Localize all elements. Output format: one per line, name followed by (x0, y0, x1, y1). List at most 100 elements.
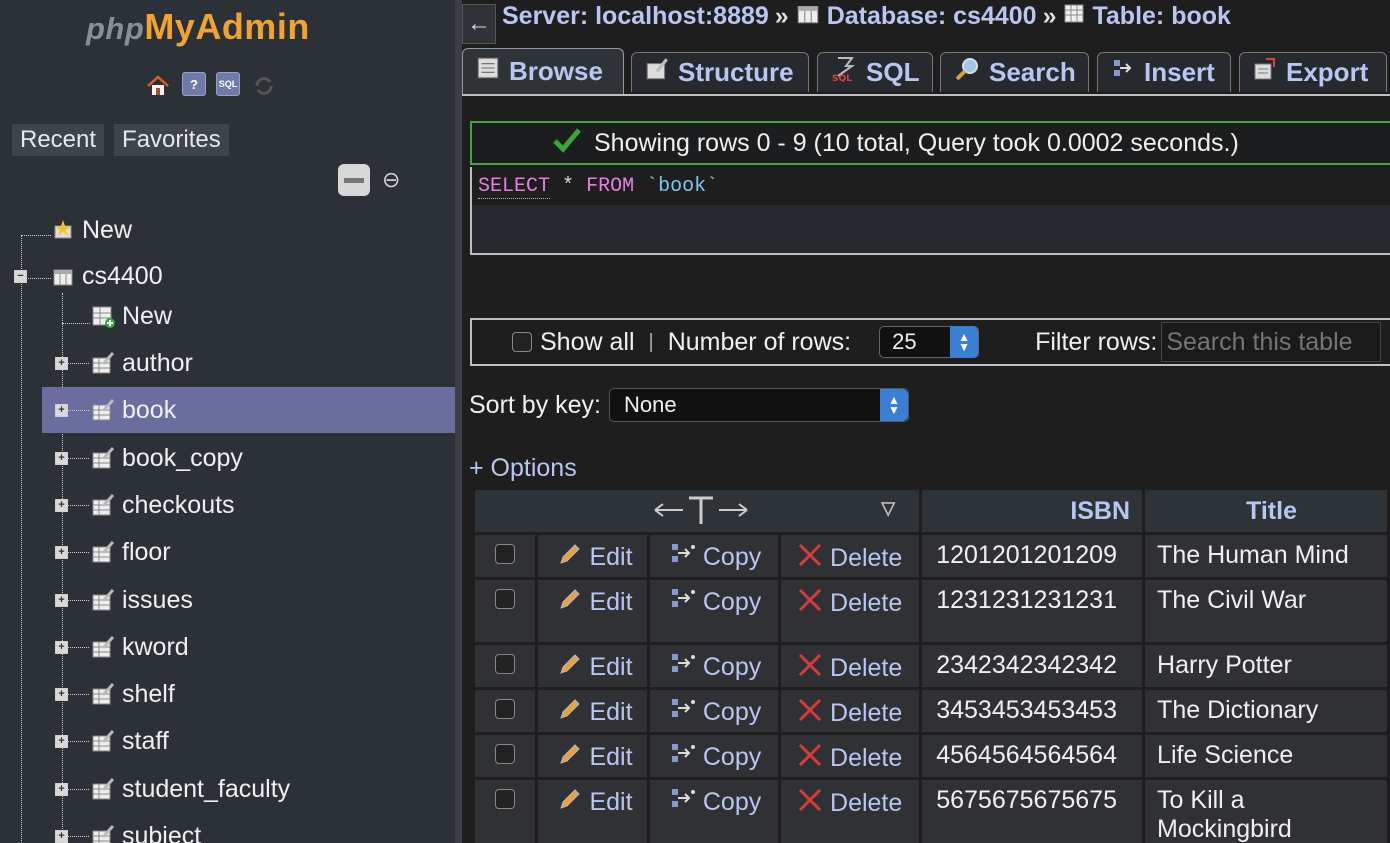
edit-cell: Edit (538, 535, 647, 577)
tree-table-item[interactable]: kword (42, 624, 455, 670)
edit-row-button[interactable]: Edit (539, 586, 645, 619)
success-text: Showing rows 0 - 9 (10 total, Query took… (594, 128, 1239, 157)
table-edit-icon (90, 587, 116, 613)
copy-row-button[interactable]: Copy (651, 741, 777, 774)
breadcrumb-server[interactable]: Server: localhost:8889 (502, 2, 769, 31)
row-checkbox[interactable] (495, 654, 516, 674)
delete-row-button[interactable]: Delete (782, 786, 918, 821)
tree-table-item[interactable]: shelf (42, 671, 455, 717)
tree-new-database[interactable]: New (50, 207, 132, 253)
phpmyadmin-logo[interactable]: phpMyAdmin (86, 6, 310, 48)
edit-row-button[interactable]: Edit (539, 651, 645, 684)
tree-table-label: floor (122, 537, 171, 566)
table-row: Edit Copy Delete 3453453453453 The Dictionar… (475, 690, 1387, 732)
tab-structure[interactable]: Structure (631, 52, 809, 92)
copy-row-button[interactable]: Copy (651, 786, 777, 819)
copy-row-button[interactable]: Copy (651, 696, 777, 729)
reload-icon[interactable] (250, 72, 278, 100)
copy-icon (669, 741, 697, 774)
filter-rows-input[interactable] (1161, 322, 1382, 362)
tree-table-item[interactable]: book (42, 387, 455, 433)
collapse-db-icon[interactable]: − (14, 270, 27, 283)
isbn-cell: 4564564564564 (922, 735, 1143, 777)
row-checkbox[interactable] (495, 744, 516, 764)
tree-table-item[interactable]: student_faculty (42, 766, 455, 812)
tab-browse[interactable]: Browse (462, 48, 624, 94)
row-checkbox[interactable] (495, 789, 516, 809)
edit-row-button[interactable]: Edit (539, 696, 645, 729)
column-menu-icon[interactable]: ▽ (881, 498, 895, 519)
copy-row-button[interactable]: Copy (651, 541, 777, 574)
copy-cell: Copy (649, 690, 779, 732)
link-with-main-icon[interactable]: ⊖ (382, 167, 400, 193)
tab-export[interactable]: Export (1239, 52, 1387, 92)
edit-row-button[interactable]: Edit (539, 741, 645, 774)
row-checkbox[interactable] (495, 544, 516, 564)
chevron-updown-icon: ▲ ▼ (950, 326, 979, 358)
title-cell: The Dictionary (1145, 690, 1387, 732)
back-arrow-icon[interactable]: ← (462, 4, 496, 44)
edit-row-button[interactable]: Edit (539, 786, 645, 819)
column-header-isbn[interactable]: ISBN (922, 490, 1143, 532)
breadcrumb-database[interactable]: Database: cs4400 (827, 2, 1037, 31)
copy-row-button[interactable]: Copy (651, 586, 777, 619)
title-cell: Life Science (1145, 735, 1387, 777)
tab-sql[interactable]: SQL SQL (817, 52, 933, 92)
pencil-icon (557, 541, 583, 574)
tree-table-item[interactable]: subject (42, 813, 455, 843)
table-row: Edit Copy Delete 5675675675675 To Kill a Moc… (475, 780, 1387, 843)
table-row: Edit Copy Delete 2342342342342 Harry Potter (475, 645, 1387, 687)
table-edit-icon (90, 445, 116, 471)
tree-table-item[interactable]: author (42, 340, 455, 386)
sql-docs-icon[interactable]: SQL (216, 72, 240, 96)
tree-new-table[interactable]: New (90, 293, 172, 339)
collapse-all-icon[interactable] (338, 164, 370, 196)
sql-code[interactable]: SELECT * FROM `book` (472, 167, 1390, 205)
tree-line (67, 363, 89, 364)
favorites-tab[interactable]: Favorites (114, 124, 229, 156)
new-database-icon (50, 217, 76, 243)
tree-table-label: issues (122, 585, 193, 614)
show-all-checkbox[interactable] (512, 332, 532, 352)
delete-row-button[interactable]: Delete (782, 586, 918, 621)
tab-search[interactable]: Search (940, 52, 1089, 92)
edit-row-button[interactable]: Edit (539, 541, 645, 574)
tree-table-item[interactable]: staff (42, 718, 455, 764)
delete-row-button[interactable]: Delete (782, 741, 918, 776)
row-checkbox[interactable] (495, 699, 516, 719)
delete-row-button[interactable]: Delete (782, 696, 918, 731)
delete-row-button[interactable]: Delete (782, 651, 918, 686)
tab-insert[interactable]: Insert (1097, 52, 1231, 92)
column-header-title[interactable]: Title (1145, 490, 1387, 532)
copy-icon (669, 586, 697, 619)
rows-per-page-select[interactable]: 25 ▲ ▼ (879, 326, 980, 358)
row-checkbox[interactable] (495, 589, 516, 609)
tree-table-label: shelf (122, 679, 175, 708)
tree-table-label: kword (122, 632, 189, 661)
tree-line (67, 600, 89, 601)
breadcrumb-table[interactable]: Table: book (1092, 2, 1230, 31)
tree-table-item[interactable]: floor (42, 529, 455, 575)
help-icon[interactable]: ? (182, 72, 206, 96)
tree-table-item[interactable]: book_copy (42, 435, 455, 481)
search-icon (953, 55, 981, 90)
isbn-cell: 3453453453453 (922, 690, 1143, 732)
column-resize-arrows-icon[interactable] (653, 494, 749, 533)
panel-splitter[interactable] (455, 0, 462, 843)
tree-table-item[interactable]: issues (42, 577, 455, 623)
options-toggle-link[interactable]: + Options (469, 454, 577, 483)
copy-cell: Copy (649, 735, 779, 777)
copy-cell: Copy (649, 535, 779, 577)
sql-keyword-select[interactable]: SELECT (478, 175, 551, 199)
table-edit-icon (90, 681, 116, 707)
home-icon[interactable] (144, 72, 172, 100)
recent-tab[interactable]: Recent (12, 124, 105, 156)
delete-row-button[interactable]: Delete (782, 541, 918, 576)
title-cell: The Civil War (1145, 580, 1387, 642)
isbn-cell: 2342342342342 (922, 645, 1143, 687)
sort-by-key-select[interactable]: None ▲ ▼ (609, 388, 909, 422)
tree-table-label: author (122, 348, 193, 377)
tree-table-item[interactable]: checkouts (42, 482, 455, 528)
results-table: ▽ ISBN Title Edit Copy Delete 1201201201209… (472, 487, 1390, 843)
copy-row-button[interactable]: Copy (651, 651, 777, 684)
